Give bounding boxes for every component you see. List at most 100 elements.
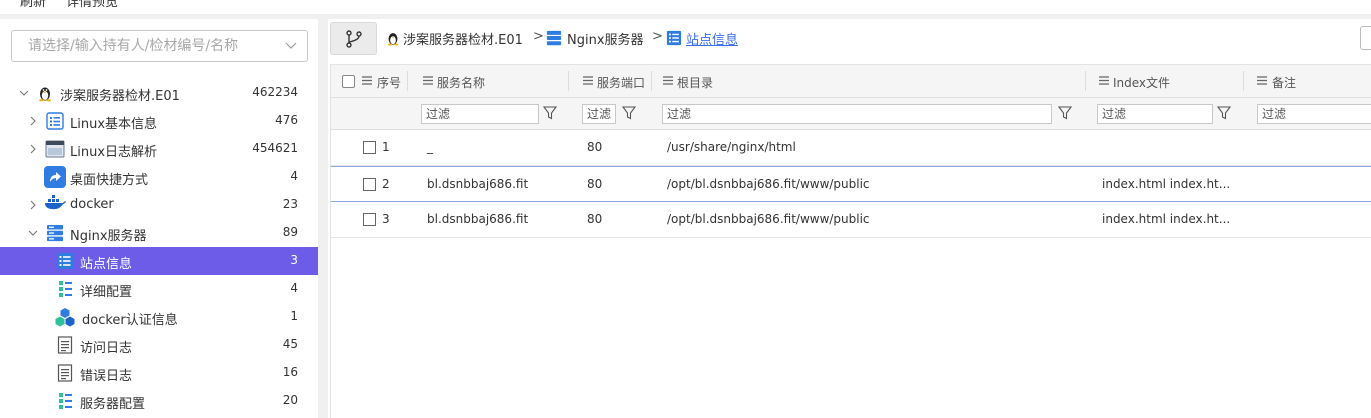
tree-node-count: 4 — [290, 281, 298, 295]
tree-node-detail-config[interactable]: 详细配置 4 — [0, 275, 318, 303]
column-menu-icon[interactable] — [1257, 76, 1267, 85]
menu-refresh[interactable]: 刷新 — [20, 0, 46, 10]
column-divider[interactable] — [651, 71, 652, 91]
row-checkbox[interactable] — [363, 141, 376, 154]
server-icon — [47, 225, 63, 242]
cell-root-dir: /usr/share/nginx/html — [667, 140, 796, 154]
breadcrumb-item-evidence[interactable]: 涉案服务器检材.E01 — [403, 29, 523, 48]
filter-icon[interactable] — [622, 106, 636, 120]
chevron-right-icon[interactable] — [28, 144, 38, 154]
tree-node-label: 服务器配置 — [80, 397, 146, 412]
tree-node-label: 站点信息 — [80, 257, 133, 272]
tree-node-docker[interactable]: docker 23 — [0, 191, 318, 219]
chevron-down-icon[interactable] — [28, 228, 38, 238]
table-row[interactable]: 3 bl.dsnbbaj686.fit 80 /opt/bl.dsnbbaj68… — [331, 202, 1371, 238]
table-row[interactable]: 1 _ 80 /usr/share/nginx/html — [331, 130, 1371, 166]
chevron-right-icon[interactable] — [28, 116, 38, 126]
column-menu-icon[interactable] — [362, 76, 372, 85]
evidence-tree: 涉案服务器检材.E01 462234 Linux基本信息 476 Linux日志… — [0, 79, 318, 415]
breadcrumb-item-site-info[interactable]: 站点信息 — [686, 29, 738, 48]
column-divider[interactable] — [568, 71, 569, 91]
tree-node-count: 20 — [282, 393, 298, 407]
cell-no: 3 — [382, 212, 390, 226]
cell-port: 80 — [587, 140, 603, 154]
filter-input-note[interactable] — [1257, 104, 1371, 124]
chevron-down-icon[interactable] — [19, 88, 29, 98]
filter-input-service-name[interactable] — [421, 104, 539, 124]
evidence-search-input[interactable] — [12, 31, 282, 61]
column-divider[interactable] — [1085, 71, 1086, 91]
cell-index-file: index.html index.ht... — [1102, 212, 1231, 226]
cell-root-dir: /opt/bl.dsnbbaj686.fit/www/public — [667, 212, 870, 226]
cell-port: 80 — [587, 212, 603, 226]
cell-service-name: bl.dsnbbaj686.fit — [427, 212, 529, 226]
tree-node-site-info[interactable]: 站点信息 3 — [0, 247, 318, 275]
table-row[interactable]: 2 bl.dsnbbaj686.fit 80 /opt/bl.dsnbbaj68… — [331, 166, 1371, 202]
tree-node-count: 23 — [282, 197, 298, 211]
site-info-icon — [666, 30, 682, 46]
tree-node-linux-basic-info[interactable]: Linux基本信息 476 — [0, 107, 318, 135]
tree-node-count: 1 — [290, 309, 298, 323]
menu-detail-preview[interactable]: 详情预览 — [66, 0, 118, 10]
column-header-root-dir[interactable]: 根目录 — [677, 74, 713, 91]
column-menu-icon[interactable] — [423, 76, 433, 85]
tree-node-count: 45 — [282, 337, 298, 351]
tree-node-label: 错误日志 — [80, 369, 133, 384]
server-icon — [546, 30, 562, 46]
tree-node-label: 涉案服务器检材.E01 — [60, 89, 180, 104]
filter-input-index-file[interactable] — [1097, 104, 1213, 124]
cell-root-dir: /opt/bl.dsnbbaj686.fit/www/public — [667, 177, 870, 191]
tree-node-evidence-e01[interactable]: 涉案服务器检材.E01 462234 — [0, 79, 318, 107]
breadcrumb-item-nginx[interactable]: Nginx服务器 — [567, 29, 644, 48]
tree-node-count: 476 — [275, 113, 298, 127]
filter-icon[interactable] — [543, 106, 557, 120]
site-info-table: 序号 服务名称 服务端口 根目录 Index文件 备注 过滤 过滤 过滤 过滤 … — [330, 64, 1371, 418]
column-menu-icon[interactable] — [663, 76, 673, 85]
tree-node-docker-auth[interactable]: docker认证信息 1 — [0, 303, 318, 331]
row-checkbox[interactable] — [363, 213, 376, 226]
detail-panel: 涉案服务器检材.E01 > Nginx服务器 > 站点信息 序号 服务名称 服务… — [328, 19, 1371, 418]
select-all-checkbox[interactable] — [342, 75, 355, 88]
tree-node-error-log[interactable]: 错误日志 16 — [0, 359, 318, 387]
evidence-search-combobox[interactable] — [11, 30, 308, 62]
branch-icon — [346, 30, 362, 48]
column-menu-icon[interactable] — [583, 76, 593, 85]
tree-node-label: Nginx服务器 — [70, 229, 147, 244]
cell-index-file: index.html index.ht... — [1102, 177, 1231, 191]
filter-row — [331, 98, 1371, 130]
column-header-no[interactable]: 序号 — [377, 74, 401, 91]
tree-node-desktop-shortcut[interactable]: 桌面快捷方式 4 — [0, 163, 318, 191]
toolbar-button[interactable] — [1360, 26, 1371, 50]
tree-node-access-log[interactable]: 访问日志 45 — [0, 331, 318, 359]
cell-port: 80 — [587, 177, 603, 191]
cubes-icon — [55, 308, 75, 327]
filter-input-port[interactable] — [582, 104, 616, 124]
linux-penguin-icon — [39, 87, 51, 102]
tree-node-count: 454621 — [252, 141, 298, 155]
column-menu-icon[interactable] — [1099, 76, 1109, 85]
breadcrumb-separator: > — [652, 29, 663, 44]
tree-node-linux-log-parse[interactable]: Linux日志解析 454621 — [0, 135, 318, 163]
column-divider[interactable] — [1243, 71, 1244, 91]
branch-button[interactable] — [330, 22, 377, 55]
filter-input-root-dir[interactable] — [662, 104, 1052, 124]
tree-node-label: Linux日志解析 — [70, 145, 158, 160]
tree-node-count: 462234 — [252, 85, 298, 99]
filter-icon[interactable] — [1217, 106, 1231, 120]
row-checkbox[interactable] — [363, 178, 376, 191]
column-header-service-name[interactable]: 服务名称 — [437, 74, 485, 91]
column-divider[interactable] — [407, 71, 408, 91]
column-header-note[interactable]: 备注 — [1272, 74, 1296, 91]
tree-node-nginx-server[interactable]: Nginx服务器 89 — [0, 219, 318, 247]
filter-icon[interactable] — [1058, 106, 1072, 120]
tree-node-count: 4 — [290, 169, 298, 183]
column-header-port[interactable]: 服务端口 — [597, 74, 645, 91]
list-icon — [46, 112, 64, 130]
chevron-down-icon[interactable] — [285, 39, 297, 51]
tree-node-server-config[interactable]: 服务器配置 20 — [0, 387, 318, 415]
tree-node-label: 访问日志 — [80, 341, 133, 356]
chevron-right-icon[interactable] — [28, 200, 38, 210]
column-header-index-file[interactable]: Index文件 — [1113, 74, 1170, 91]
cell-service-name: _ — [427, 140, 433, 154]
document-icon — [57, 336, 73, 354]
